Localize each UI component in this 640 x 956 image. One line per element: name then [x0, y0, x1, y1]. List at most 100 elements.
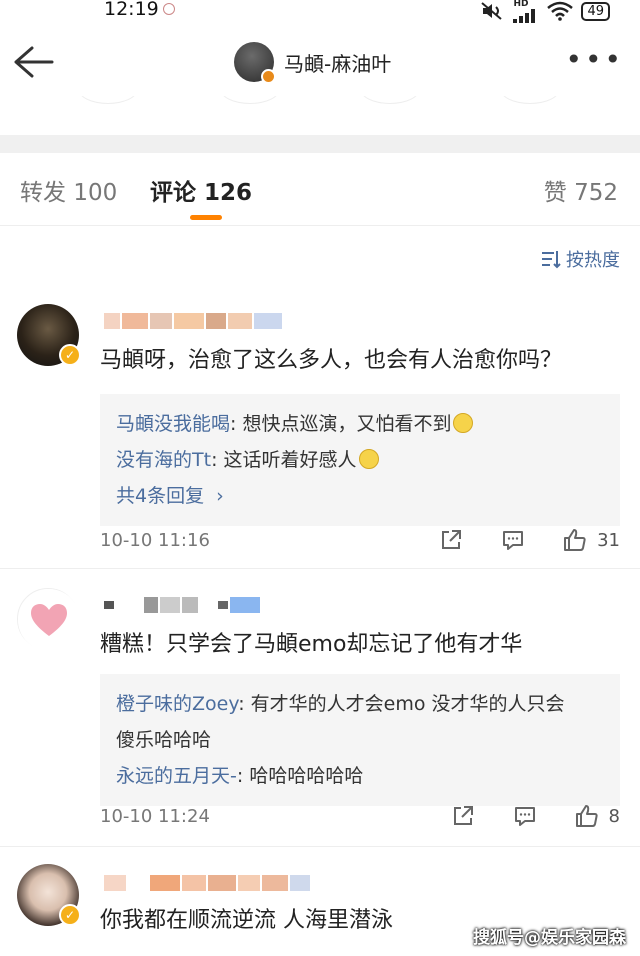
- mosaic-block: [228, 313, 252, 329]
- active-tab-indicator: [190, 215, 222, 220]
- reply-item: 橙子味的Zoey: 有才华的人才会emo 没才华的人只会: [116, 686, 604, 722]
- mosaic-block: [174, 313, 204, 329]
- view-more-replies-link[interactable]: 共4条回复 ›: [116, 478, 604, 514]
- back-button[interactable]: [10, 42, 56, 82]
- tab-repost[interactable]: 转发 100: [20, 173, 117, 207]
- comment-icon: [503, 531, 524, 550]
- comment-footer: 10-10 11:16 31: [100, 525, 620, 555]
- mosaic-block: [182, 597, 198, 613]
- avatar-image: [18, 589, 80, 651]
- reply-text: 哈哈哈哈哈哈: [249, 765, 364, 787]
- verified-badge-icon: ✓: [59, 344, 81, 366]
- sort-label: 按热度: [566, 250, 620, 271]
- verified-badge-icon: ✓: [59, 904, 81, 926]
- wifi-icon: [547, 1, 574, 21]
- mosaic-block: [230, 597, 260, 613]
- like-button[interactable]: [561, 526, 589, 554]
- reply-button[interactable]: [499, 526, 527, 554]
- reply-item: 永远的五月天-: 哈哈哈哈哈哈: [116, 758, 604, 794]
- commenter-name-redacted[interactable]: [104, 310, 284, 332]
- like-count: 8: [608, 805, 620, 827]
- comment-actions: 31: [403, 525, 620, 555]
- divider: [0, 225, 640, 226]
- tab-repost-label: 转发: [20, 180, 66, 206]
- comment-actions: 8: [415, 801, 620, 831]
- tab-like-label: 赞: [543, 180, 567, 206]
- ghost-icon: [360, 96, 420, 104]
- reply-username[interactable]: 没有海的Tt: [116, 449, 211, 471]
- tab-comment[interactable]: 评论 126: [150, 173, 252, 207]
- reply-text: 有才华的人才会emo 没才华的人只会: [250, 693, 565, 715]
- commenter-name-redacted[interactable]: [104, 594, 262, 616]
- share-button[interactable]: [437, 526, 465, 554]
- comment-text: 糟糕！只学会了马頔emo却忘记了他有才华: [100, 632, 523, 657]
- network-type: HD: [513, 0, 529, 9]
- comment-time: 10-10 11:16: [100, 529, 210, 551]
- reply-item: 马頔没我能喝: 想快点巡演，又怕看不到: [116, 406, 604, 442]
- reply-colon: :: [236, 765, 250, 787]
- tab-comment-label: 评论: [150, 180, 196, 206]
- mosaic-block: [150, 875, 180, 891]
- comment-text: 马頔呀，治愈了这么多人，也会有人治愈你吗？: [100, 348, 563, 373]
- heart-icon: [31, 604, 67, 636]
- section-separator: [0, 135, 640, 153]
- like-button[interactable]: [573, 802, 601, 830]
- ghost-icon: [220, 96, 280, 104]
- emoji-icon: [358, 449, 379, 469]
- more-options-button[interactable]: •••: [565, 46, 624, 74]
- commenter-name-redacted[interactable]: [104, 872, 312, 894]
- reply-box[interactable]: 橙子味的Zoey: 有才华的人才会emo 没才华的人只会 傻乐哈哈哈 永远的五月…: [100, 674, 620, 806]
- battery-indicator: 49: [581, 1, 610, 21]
- reply-username[interactable]: 橙子味的Zoey: [116, 693, 238, 715]
- interaction-tabs: 转发 100 评论 126 赞 752: [0, 153, 640, 223]
- status-icons: HD 49: [479, 0, 610, 23]
- reply-button[interactable]: [511, 802, 539, 830]
- more-replies-label: 共4条回复: [116, 485, 205, 507]
- reply-username[interactable]: 马頔没我能喝: [116, 413, 230, 435]
- mosaic-block: [144, 597, 158, 613]
- mosaic-block: [206, 313, 226, 329]
- emoji-icon: [453, 413, 474, 433]
- commenter-avatar[interactable]: ✓: [17, 304, 81, 366]
- thumbs-up-icon: [564, 529, 586, 551]
- status-time: 12:19: [104, 0, 159, 20]
- commenter-avatar[interactable]: ✓: [17, 864, 81, 926]
- ghost-icon: [500, 96, 560, 104]
- mosaic-block: [262, 875, 288, 891]
- account-name: 马頔-麻油叶: [284, 51, 392, 76]
- share-icon: [442, 530, 462, 549]
- tab-repost-count: 100: [73, 180, 118, 206]
- signal-icon: [513, 8, 536, 23]
- comment-text: 你我都在顺流逆流 人海里潜泳: [100, 908, 393, 933]
- comment-time: 10-10 11:24: [100, 805, 210, 827]
- divider: [0, 846, 640, 847]
- sort-button[interactable]: 按热度: [540, 246, 620, 272]
- share-button[interactable]: [449, 802, 477, 830]
- mosaic-block: [238, 875, 260, 891]
- reply-box[interactable]: 马頔没我能喝: 想快点巡演，又怕看不到 没有海的Tt: 这话听着好感人 共4条回…: [100, 394, 620, 526]
- like-count: 31: [597, 529, 620, 551]
- mosaic-block: [218, 601, 228, 609]
- status-bar: 12:19 HD 49: [0, 0, 640, 24]
- comment-icon: [514, 807, 535, 826]
- divider: [0, 568, 640, 569]
- account-header[interactable]: 马頔-麻油叶: [234, 42, 392, 84]
- mosaic-block: [104, 313, 120, 329]
- mosaic-block: [208, 875, 236, 891]
- mosaic-block: [290, 875, 310, 891]
- comment-footer: 10-10 11:24 8: [100, 801, 620, 831]
- chevron-right-icon: ›: [216, 485, 224, 507]
- reply-text: 这话听着好感人: [223, 449, 357, 471]
- mosaic-block: [150, 313, 172, 329]
- cut-off-action-bar: [0, 96, 640, 110]
- reply-username[interactable]: 永远的五月天-: [116, 765, 237, 787]
- tab-like[interactable]: 赞 752: [544, 173, 618, 207]
- ghost-icon: [78, 96, 138, 104]
- mosaic-block: [122, 313, 148, 329]
- mosaic-block: [254, 313, 282, 329]
- commenter-avatar[interactable]: [17, 588, 80, 651]
- account-avatar: [234, 42, 276, 84]
- mosaic-block: [182, 875, 206, 891]
- reply-item: 没有海的Tt: 这话听着好感人: [116, 442, 604, 478]
- reply-text: 想快点巡演，又怕看不到: [242, 413, 452, 435]
